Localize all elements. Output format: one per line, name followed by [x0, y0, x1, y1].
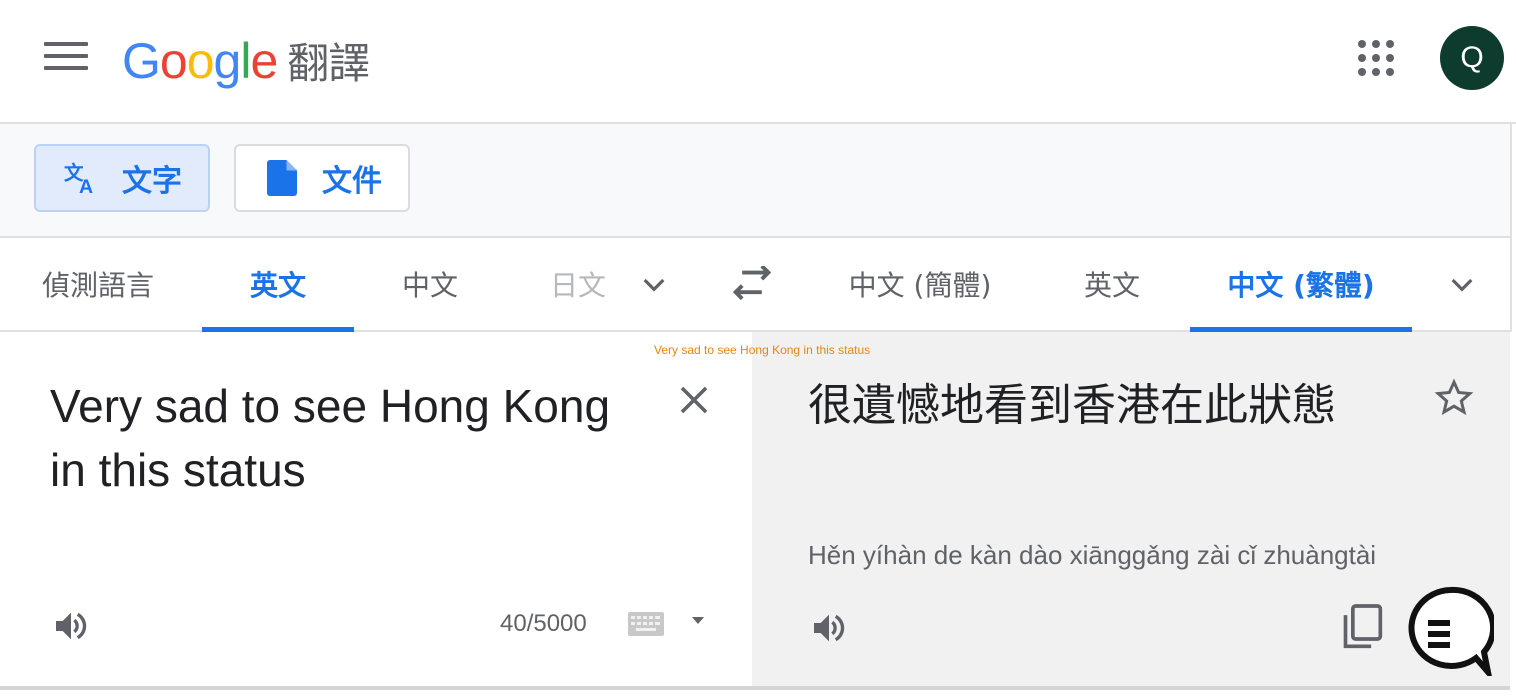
- document-mode-label: 文件: [322, 164, 382, 199]
- text-mode-label: 文字: [122, 164, 182, 199]
- app-header: Google 翻譯 Q: [0, 0, 1516, 124]
- source-panel: Very sad to see Hong Kong in this status…: [0, 332, 752, 688]
- clear-source-close-icon[interactable]: [676, 382, 712, 418]
- source-lang-english[interactable]: 英文: [202, 238, 354, 332]
- translation-romanization: Hěn yíhàn de kàn dào xiānggǎng zài cǐ zh…: [808, 540, 1377, 570]
- product-name: 翻譯: [287, 39, 370, 88]
- document-icon: [264, 160, 300, 196]
- logo-letter-g: G: [122, 33, 161, 89]
- input-tools-caret-down-icon[interactable]: [690, 614, 706, 626]
- source-lang-chinese[interactable]: 中文: [372, 238, 488, 330]
- text-mode-button[interactable]: 文A 文字: [34, 144, 210, 212]
- source-listen-speaker-icon[interactable]: [50, 606, 92, 646]
- source-lang-japanese[interactable]: 日文: [550, 238, 610, 330]
- source-lang-more-chevron-down-icon[interactable]: [638, 268, 670, 300]
- character-count: 40/5000: [500, 610, 587, 637]
- page-bottom-divider: [0, 686, 1510, 690]
- apps-grid-icon[interactable]: [1358, 40, 1394, 76]
- target-lang-simplified-chinese[interactable]: 中文 (簡體): [840, 238, 1000, 330]
- account-avatar[interactable]: Q: [1440, 26, 1504, 90]
- source-text-tooltip: Very sad to see Hong Kong in this status: [654, 343, 871, 357]
- feedback-chat-bubble-icon[interactable]: [1406, 586, 1494, 676]
- document-mode-button[interactable]: 文件: [234, 144, 410, 212]
- svg-text:A: A: [79, 176, 93, 196]
- source-lang-detect[interactable]: 偵測語言: [30, 238, 166, 330]
- main-menu-icon[interactable]: [44, 42, 88, 74]
- translated-text: 很遺憾地看到香港在此狀態: [808, 380, 1336, 431]
- copy-translation-icon[interactable]: [1340, 604, 1384, 652]
- language-bar: 偵測語言 英文 中文 日文 中文 (簡體) 英文 中文 (繁體): [0, 238, 1512, 332]
- translate-icon: 文A: [64, 160, 100, 197]
- logo-letter-g2: g: [213, 33, 242, 89]
- google-translate-logo[interactable]: Google 翻譯: [122, 30, 370, 91]
- translation-listen-speaker-icon[interactable]: [808, 608, 850, 648]
- swap-languages-icon[interactable]: [732, 266, 772, 302]
- logo-letter-l: l: [240, 33, 251, 89]
- target-lang-traditional-chinese[interactable]: 中文 (繁體): [1190, 238, 1412, 332]
- save-translation-star-icon[interactable]: [1434, 378, 1474, 418]
- logo-letter-o2: o: [186, 33, 215, 89]
- mode-bar: 文A 文字 文件: [0, 124, 1512, 238]
- target-lang-english[interactable]: 英文: [1070, 238, 1154, 330]
- translation-panel: 很遺憾地看到香港在此狀態 Hěn yíhàn de kàn dào xiāngg…: [752, 332, 1510, 688]
- logo-letter-o1: o: [159, 33, 188, 89]
- source-text-input[interactable]: Very sad to see Hong Kong in this status: [50, 374, 650, 502]
- logo-letter-e: e: [250, 33, 278, 89]
- target-lang-more-chevron-down-icon[interactable]: [1446, 268, 1478, 300]
- keyboard-icon[interactable]: [628, 612, 664, 636]
